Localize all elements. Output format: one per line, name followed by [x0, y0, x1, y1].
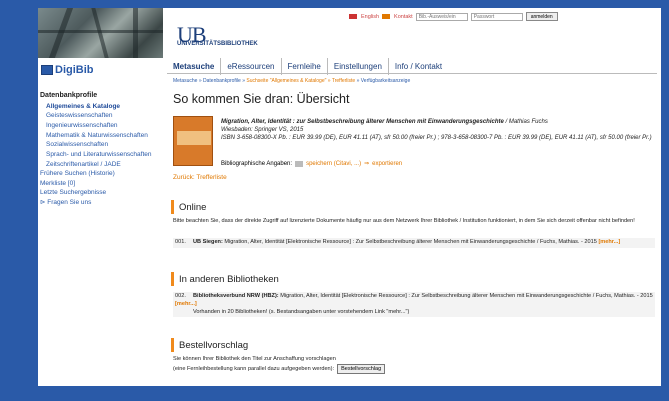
- breadcrumb-part-2[interactable]: Suchseite "Allgemeines & Kataloge" » Tre…: [246, 78, 355, 84]
- arrow-icon: ⊳: [40, 199, 46, 206]
- sidebar-item-sozialwissenschaften[interactable]: Sozialwissenschaften: [40, 141, 162, 149]
- top-links: English Kontakt anmelden: [349, 12, 558, 21]
- password-input[interactable]: [470, 12, 523, 21]
- online-section-heading: Online: [171, 200, 206, 214]
- mehr-link[interactable]: [mehr...]: [598, 239, 620, 245]
- sidebar-item-mathematik[interactable]: Mathematik & Naturwissenschaften: [40, 132, 162, 140]
- record-imprint: Wiesbaden: Springer VS, 2015: [221, 127, 304, 134]
- kontakt-link[interactable]: Kontakt: [394, 14, 413, 20]
- record-title: Migration, Alter, Identität : zur Selbst…: [221, 119, 504, 125]
- order-text: Sie können Ihrer Bibliothek den Titel zu…: [173, 356, 655, 374]
- sidebar-item-ingenieurwissenschaften[interactable]: Ingenieurwissenschaften: [40, 122, 162, 130]
- header-photo: [38, 8, 163, 58]
- hit-text: Migration, Alter, Identität [Elektronisc…: [278, 293, 653, 299]
- section-bar: [171, 200, 174, 214]
- record-author: / Mathias Fuchs: [503, 119, 548, 125]
- save-link[interactable]: speichern (Citavi, ...): [306, 161, 361, 167]
- record-isbn: ISBN 3-658-08300-X Pb. : EUR 39.99 (DE),…: [221, 135, 652, 142]
- digibib-label: DigiBib: [55, 64, 94, 76]
- sidebar-link-merkliste[interactable]: Merkliste [0]: [40, 180, 162, 188]
- order-line-2-row: (eine Fernleihbestellung kann parallel d…: [173, 363, 655, 374]
- page-title: So kommen Sie dran: Übersicht: [173, 92, 350, 106]
- sidebar: DigiBib Datenbankprofile Allgemeines & K…: [38, 8, 163, 386]
- main-content: UB UNIVERSITÄTSBIBLIOTHEK English Kontak…: [163, 8, 661, 386]
- back-link[interactable]: Zurück: Trefferliste: [173, 174, 227, 181]
- hit-number: 001.: [175, 239, 186, 245]
- uk-flag-icon: [349, 14, 357, 19]
- hit-source: UB Siegen:: [193, 239, 223, 245]
- english-link[interactable]: English: [361, 14, 379, 20]
- online-heading: Online: [179, 201, 207, 213]
- hit-number: 002.: [175, 293, 186, 299]
- breadcrumb: Metasuche » Datenbankprofile » Suchseite…: [173, 78, 410, 84]
- digibib-brand[interactable]: DigiBib: [38, 62, 163, 78]
- breadcrumb-part-1[interactable]: Metasuche » Datenbankprofile »: [173, 78, 246, 84]
- login-button[interactable]: anmelden: [525, 12, 558, 21]
- online-note: Bitte beachten Sie, dass der direkte Zug…: [173, 218, 635, 224]
- other-heading: In anderen Bibliotheken: [179, 273, 279, 285]
- ub-logo-subtitle: UNIVERSITÄTSBIBLIOTHEK: [177, 41, 258, 47]
- sidebar-item-allgemeines[interactable]: Allgemeines & Kataloge: [40, 103, 162, 111]
- sidebar-link-ask-label: Fragen Sie uns: [47, 199, 92, 206]
- mehr-link[interactable]: [mehr...]: [175, 301, 197, 307]
- login-input[interactable]: [415, 12, 468, 21]
- availability-note: Vorhanden in 20 Bibliotheken! (s. Bestan…: [193, 308, 410, 315]
- sidebar-item-geisteswissenschaften[interactable]: Geisteswissenschaften: [40, 112, 162, 120]
- browser-content: DigiBib Datenbankprofile Allgemeines & K…: [38, 8, 661, 386]
- sidebar-item-zeitschriften[interactable]: Zeitschriftenartikel / JADE: [40, 161, 162, 169]
- order-heading: Bestellvorschlag: [179, 339, 249, 351]
- section-bar: [171, 272, 174, 286]
- bib-label: Bibliographische Angaben:: [221, 160, 293, 167]
- order-section-heading: Bestellvorschlag: [171, 338, 248, 352]
- section-bar: [171, 338, 174, 352]
- export-link[interactable]: exportieren: [372, 161, 402, 167]
- digibib-logo-icon: [41, 65, 53, 75]
- sidebar-link-ask[interactable]: ⊳ Fragen Sie uns: [40, 199, 162, 207]
- sidebar-nav: Datenbankprofile Allgemeines & Kataloge …: [40, 92, 162, 209]
- save-icon: [295, 160, 304, 167]
- order-line-2: (eine Fernleihbestellung kann parallel d…: [173, 365, 335, 372]
- hit-text: Migration, Alter, Identität [Elektronisc…: [222, 239, 599, 245]
- bestellvorschlag-button[interactable]: Bestellvorschlag: [337, 363, 386, 374]
- online-hit: 001. UB Siegen: Migration, Alter, Identit…: [173, 238, 655, 248]
- contact-icon: [382, 14, 391, 19]
- hit-source: Bibliotheksverbund NRW (HBZ):: [193, 293, 279, 299]
- export-arrow-icon: ⇒: [364, 161, 370, 167]
- book-cover: [173, 116, 213, 166]
- other-libraries-section-heading: In anderen Bibliotheken: [171, 272, 279, 286]
- breadcrumb-part-3: » Verfügbarkeitsanzeige: [355, 78, 411, 84]
- other-hit: 002. Bibliotheksverbund NRW (HBZ): Migrat…: [173, 292, 655, 318]
- sidebar-link-history[interactable]: Frühere Suchen (Historie): [40, 170, 162, 178]
- sidebar-heading: Datenbankprofile: [40, 92, 98, 99]
- record-details: Migration, Alter, Identität : zur Selbst…: [221, 118, 655, 142]
- sidebar-link-last-results[interactable]: Letzte Suchergebnisse: [40, 189, 162, 197]
- bibliographic-actions: Bibliographische Angaben: speichern (Cit…: [221, 160, 402, 167]
- sidebar-item-sprachwissenschaften[interactable]: Sprach- und Literaturwissenschaften: [40, 151, 162, 159]
- order-line-1: Sie können Ihrer Bibliothek den Titel zu…: [173, 356, 336, 362]
- tab-divider: [167, 73, 657, 74]
